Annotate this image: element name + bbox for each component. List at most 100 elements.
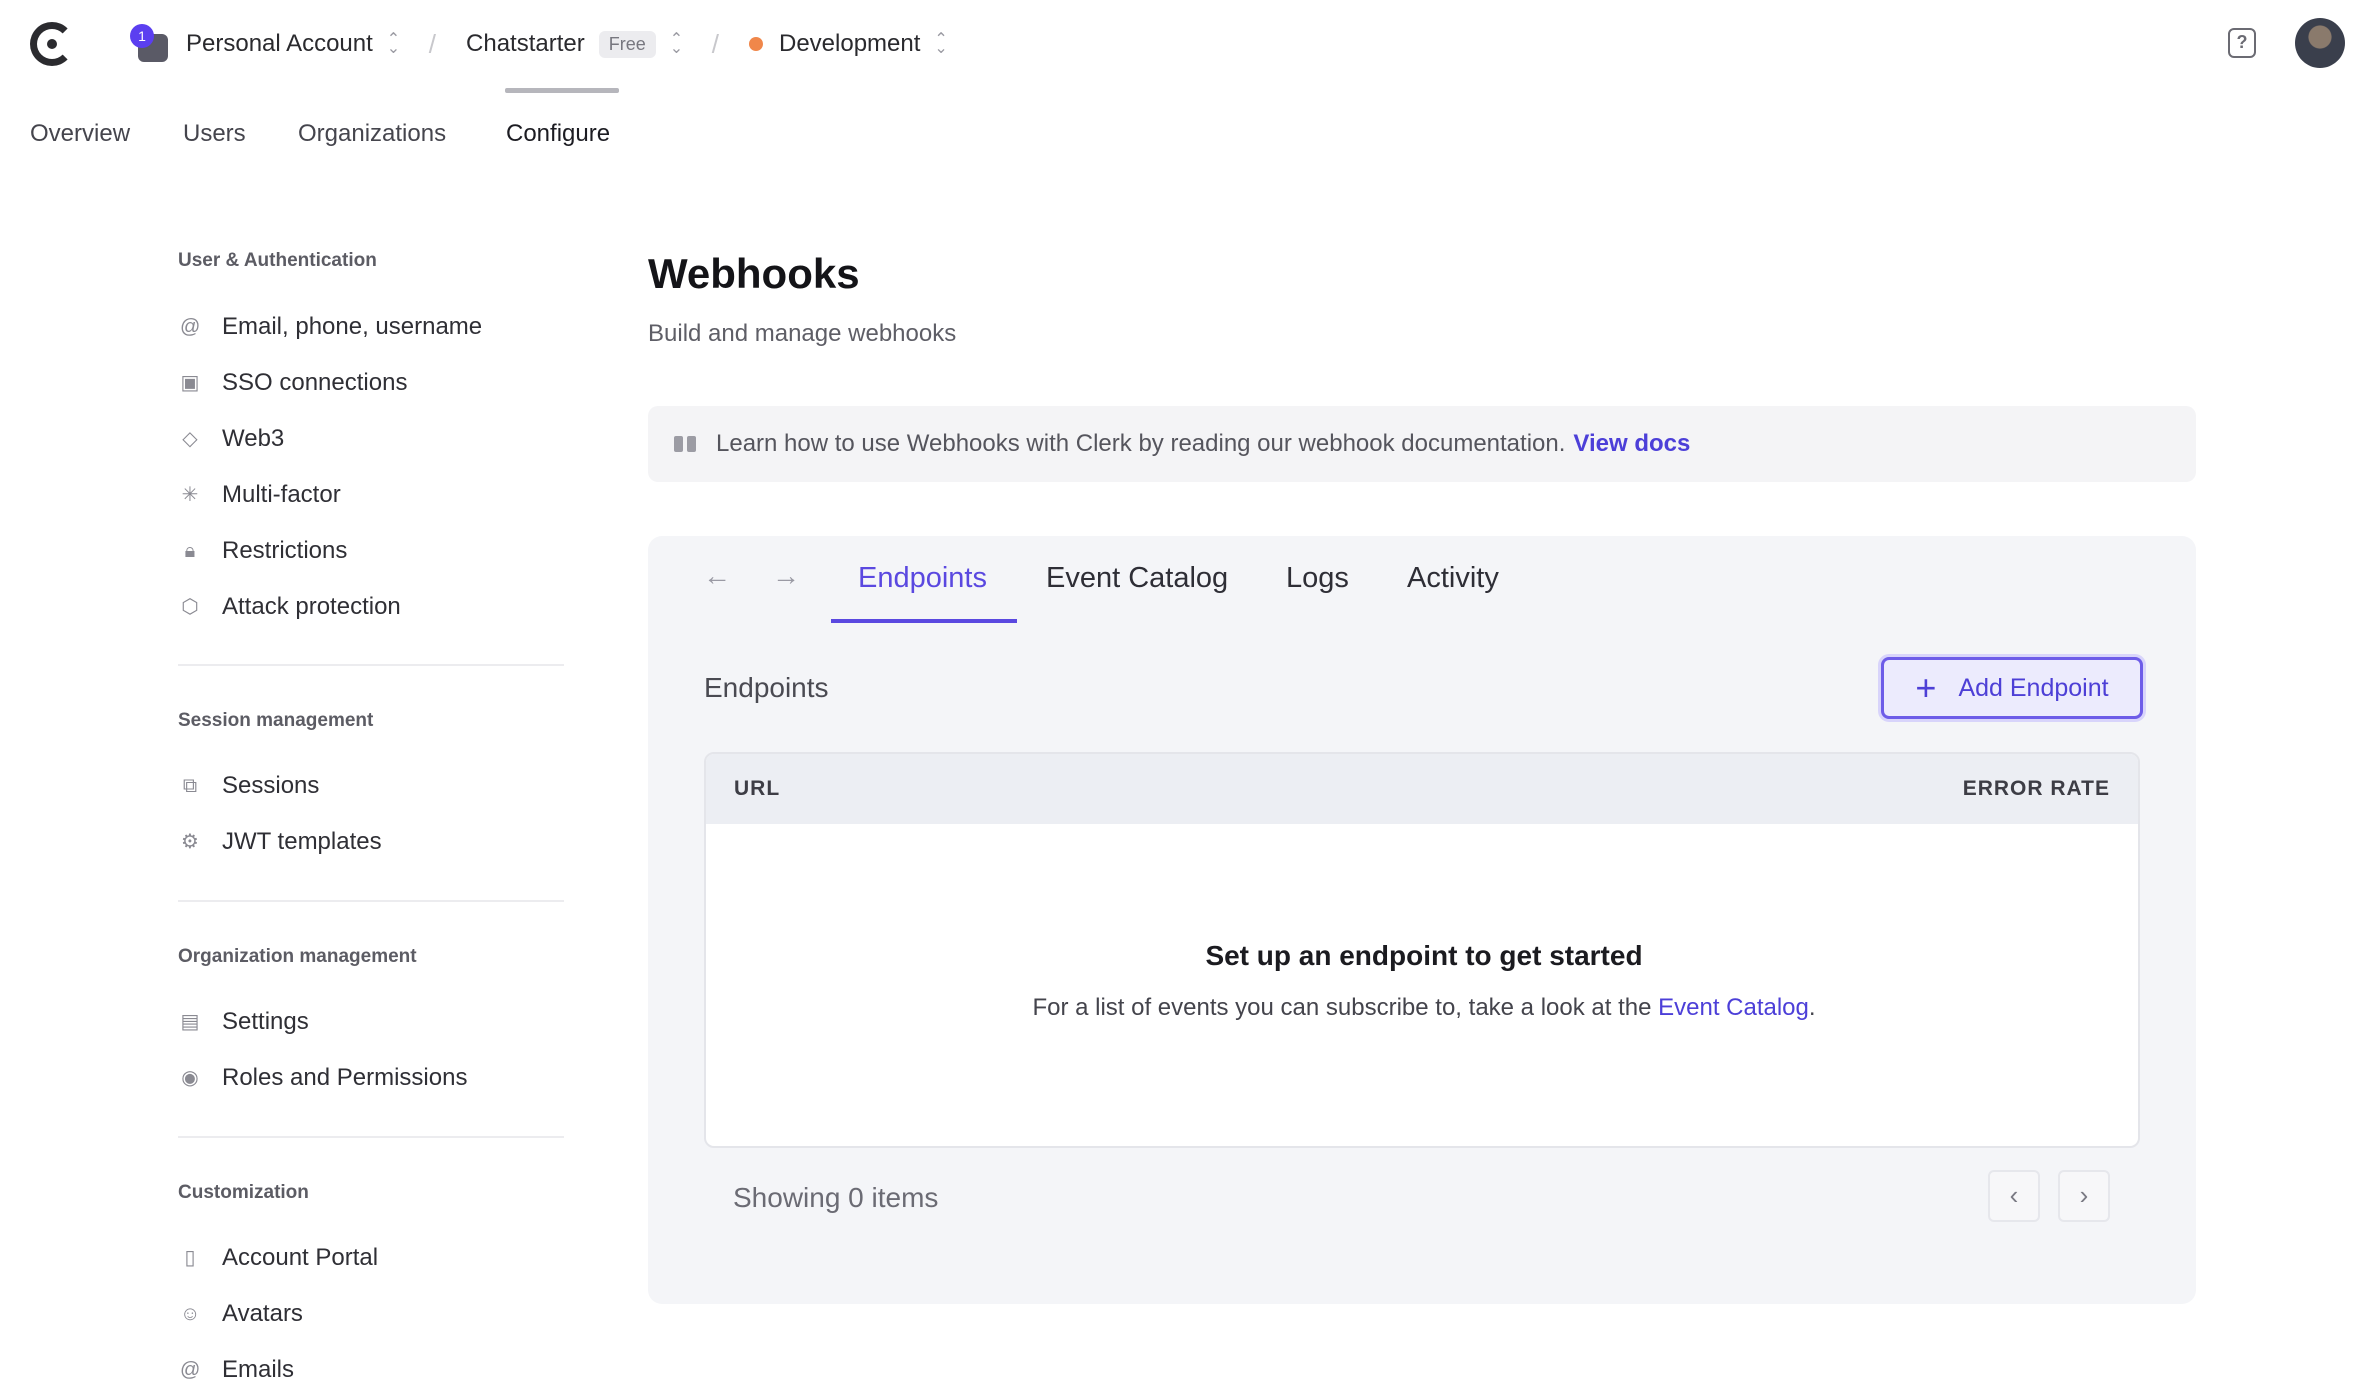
- chevron-updown-icon: ⌃ ⌄: [934, 31, 948, 57]
- sidebar-item-label: Web3: [222, 425, 285, 452]
- chevron-updown-icon: ⌃ ⌄: [386, 31, 401, 57]
- environment-name: Development: [779, 30, 921, 57]
- sidebar-item-avatars[interactable]: ☺ Avatars: [180, 1300, 303, 1328]
- add-endpoint-button[interactable]: + Add Endpoint: [1881, 657, 2143, 719]
- nav-users[interactable]: Users: [183, 120, 246, 148]
- sidebar-item-label: Roles and Permissions: [222, 1064, 468, 1091]
- building-icon: ▤: [180, 1011, 200, 1033]
- chevron-right-icon: ›: [2079, 1180, 2089, 1210]
- nav-overview[interactable]: Overview: [30, 120, 130, 148]
- sidebar-item-label: Email, phone, username: [222, 313, 483, 340]
- sidebar-item-label: Sessions: [222, 772, 320, 799]
- lock-icon: 🔒︎: [184, 540, 196, 562]
- breadcrumb-separator: /: [428, 28, 437, 59]
- at-icon: @: [180, 1359, 201, 1381]
- sidebar-section-customization: Customization: [178, 1182, 309, 1203]
- plan-badge: Free: [598, 30, 656, 58]
- clerk-logo-icon[interactable]: [30, 22, 74, 66]
- sidebar-item-attack-protection[interactable]: ⬡ Attack protection: [180, 593, 401, 621]
- empty-state-text: For a list of events you can subscribe t…: [706, 994, 2138, 1022]
- notification-badge: 1: [130, 24, 154, 48]
- add-endpoint-label: Add Endpoint: [1958, 673, 2109, 702]
- account-switcher[interactable]: Personal Account ⌃ ⌄: [186, 30, 401, 58]
- sidebar-item-web3[interactable]: ◇ Web3: [180, 425, 284, 453]
- sidebar-item-label: Multi-factor: [222, 481, 341, 508]
- empty-state-title: Set up an endpoint to get started: [1205, 940, 1643, 971]
- sidebar-item-label: SSO connections: [222, 369, 408, 396]
- tab-endpoints[interactable]: Endpoints: [858, 562, 987, 595]
- column-url[interactable]: URL: [734, 777, 780, 801]
- gear-icon: ⚙: [181, 831, 199, 853]
- at-icon: @: [180, 316, 201, 338]
- sidebar-item-label: Avatars: [222, 1300, 303, 1327]
- sidebar-item-sso-connections[interactable]: ▣ SSO connections: [180, 369, 408, 397]
- user-circle-icon: ◉: [181, 1067, 199, 1089]
- chevron-left-icon: ‹: [2009, 1180, 2019, 1210]
- sidebar-item-sessions[interactable]: ⧉ Sessions: [180, 772, 320, 800]
- nav-organizations[interactable]: Organizations: [298, 120, 446, 148]
- nav-active-indicator: [505, 88, 619, 93]
- chevron-updown-icon: ⌃ ⌄: [669, 31, 684, 57]
- environment-dot-icon: [749, 37, 763, 51]
- tab-logs[interactable]: Logs: [1286, 562, 1349, 595]
- sidebar-item-jwt-templates[interactable]: ⚙ JWT templates: [180, 828, 382, 856]
- sidebar-item-emails[interactable]: @ Emails: [180, 1356, 294, 1384]
- sidebar-item-label: Account Portal: [222, 1244, 379, 1271]
- asterisk-icon: ✳: [181, 484, 199, 506]
- sidebar-item-label: JWT templates: [222, 828, 382, 855]
- plus-icon: +: [1915, 667, 1937, 708]
- shield-icon: ⬡: [181, 596, 199, 618]
- empty-state-description: For a list of events you can subscribe t…: [1032, 994, 1652, 1021]
- empty-state-period: .: [1808, 994, 1816, 1021]
- active-tab-indicator: [831, 619, 1017, 623]
- sidebar-divider: [178, 1136, 564, 1138]
- sidebar-item-label: Settings: [222, 1008, 309, 1035]
- forward-arrow-icon[interactable]: →: [772, 560, 800, 592]
- endpoints-table: URL ERROR RATE Set up an endpoint to get…: [704, 752, 2140, 1148]
- back-arrow-icon[interactable]: ←: [703, 560, 731, 592]
- sidebar-section-session: Session management: [178, 710, 374, 731]
- column-error-rate[interactable]: ERROR RATE: [1963, 777, 2110, 801]
- event-catalog-link[interactable]: Event Catalog: [1658, 994, 1809, 1021]
- portal-icon: ▯: [184, 1247, 196, 1269]
- web3-icon: ◇: [182, 428, 198, 450]
- sidebar-item-label: Emails: [222, 1356, 295, 1383]
- application-switcher[interactable]: Chatstarter Free ⌃ ⌄: [466, 30, 684, 58]
- table-header: URL ERROR RATE: [706, 754, 2138, 824]
- environment-switcher[interactable]: Development ⌃ ⌄: [749, 30, 948, 58]
- banner-text: Learn how to use Webhooks with Clerk by …: [716, 430, 1566, 457]
- account-avatar[interactable]: 1: [130, 24, 170, 64]
- user-avatar[interactable]: [2295, 18, 2345, 68]
- next-page-button[interactable]: ›: [2058, 1170, 2110, 1222]
- tab-event-catalog[interactable]: Event Catalog: [1046, 562, 1228, 595]
- sidebar-item-roles-permissions[interactable]: ◉ Roles and Permissions: [180, 1064, 467, 1092]
- top-bar: 1 Personal Account ⌃ ⌄ / Chatstarter Free…: [0, 0, 2372, 88]
- endpoints-heading: Endpoints: [704, 672, 829, 703]
- docs-banner: Learn how to use Webhooks with Clerk by …: [648, 406, 2196, 482]
- tab-activity[interactable]: Activity: [1407, 562, 1499, 595]
- previous-page-button[interactable]: ‹: [1988, 1170, 2040, 1222]
- sidebar-item-label: Restrictions: [222, 537, 348, 564]
- sidebar-item-label: Attack protection: [222, 593, 401, 620]
- nav-configure[interactable]: Configure: [506, 120, 610, 148]
- sidebar-item-restrictions[interactable]: 🔒︎ Restrictions: [180, 537, 348, 565]
- book-icon: [674, 436, 696, 452]
- sidebar-section-organization: Organization management: [178, 946, 417, 967]
- sidebar-divider: [178, 900, 564, 902]
- view-docs-link[interactable]: View docs: [1573, 430, 1690, 458]
- account-name: Personal Account: [186, 30, 373, 57]
- sidebar-item-account-portal[interactable]: ▯ Account Portal: [180, 1244, 378, 1272]
- page-subtitle: Build and manage webhooks: [648, 320, 957, 347]
- sidebar-divider: [178, 664, 564, 666]
- sso-icon: ▣: [180, 372, 200, 394]
- sessions-icon: ⧉: [182, 775, 198, 797]
- sidebar-item-email-phone-username[interactable]: @ Email, phone, username: [180, 313, 482, 341]
- breadcrumb-separator: /: [711, 28, 719, 59]
- avatar-icon: ☺: [180, 1303, 201, 1325]
- help-icon[interactable]: ?: [2228, 28, 2256, 58]
- sidebar-item-multi-factor[interactable]: ✳ Multi-factor: [180, 481, 341, 509]
- page-title: Webhooks: [648, 250, 860, 297]
- sidebar-section-user-auth: User & Authentication: [178, 250, 377, 271]
- sidebar-item-settings[interactable]: ▤ Settings: [180, 1008, 309, 1036]
- application-name: Chatstarter: [466, 30, 585, 57]
